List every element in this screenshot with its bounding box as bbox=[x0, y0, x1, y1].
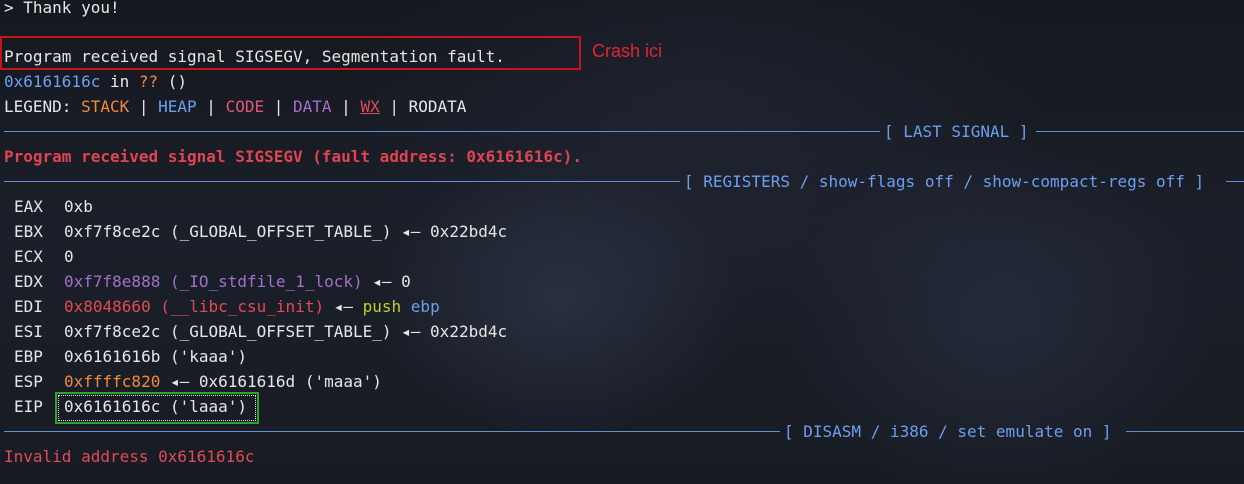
crash-highlight-box bbox=[0, 36, 581, 70]
register-value-part: 0xffffc820 bbox=[64, 372, 161, 391]
legend-code: CODE bbox=[225, 97, 265, 116]
register-value-part: ebp bbox=[410, 297, 440, 316]
register-name: ECX bbox=[14, 247, 43, 266]
register-row-eax: EAX 0xb bbox=[14, 194, 93, 219]
register-value-part: 0 bbox=[64, 247, 74, 266]
register-value-part: ◂— bbox=[391, 222, 431, 241]
legend-sep-3: | bbox=[264, 97, 294, 116]
register-row-ecx: ECX 0 bbox=[14, 244, 74, 269]
legend-stack: STACK bbox=[81, 97, 130, 116]
register-name: ESI bbox=[14, 322, 43, 341]
registers-divider: [ REGISTERS / show-flags off / show-comp… bbox=[4, 169, 1244, 194]
frame-args: () bbox=[158, 72, 188, 91]
register-row-esp: ESP 0xffffc820 ◂— 0x6161616d ('maaa') bbox=[14, 369, 382, 394]
legend-heap: HEAP bbox=[158, 97, 197, 116]
crash-annotation-label: Crash ici bbox=[592, 41, 663, 61]
register-name: EAX bbox=[14, 197, 43, 216]
frame-function: ?? bbox=[138, 72, 159, 91]
register-value-part: ◂— bbox=[362, 272, 402, 291]
register-row-esi: ESI 0xf7f8ce2c (_GLOBAL_OFFSET_TABLE_) ◂—… bbox=[14, 319, 507, 344]
register-value-part: 0x22bd4c bbox=[430, 222, 508, 241]
divider-rule-right bbox=[1126, 431, 1244, 432]
register-value-part: 0x8048660 (__libc_csu_init) bbox=[64, 297, 325, 316]
divider-rule-left bbox=[4, 431, 780, 432]
register-value-part: 0xf7f8ce2c (_GLOBAL_OFFSET_TABLE_) bbox=[64, 222, 392, 241]
legend-wx: WX bbox=[360, 97, 380, 116]
register-value-part: 0xf7f8ce2c (_GLOBAL_OFFSET_TABLE_) bbox=[64, 322, 392, 341]
legend-line: LEGEND: STACK | HEAP | CODE | DATA | WX … bbox=[4, 94, 466, 119]
frame-line: 0x6161616c in ?? () bbox=[4, 69, 187, 94]
register-value-part bbox=[401, 297, 411, 316]
invalid-address-message: Invalid address 0x6161616c bbox=[4, 447, 255, 466]
register-value-part: ◂— bbox=[391, 322, 431, 341]
register-row-ebp: EBP 0x6161616b ('kaaa') bbox=[14, 344, 247, 369]
register-name: EDX bbox=[14, 272, 43, 291]
register-name: EDI bbox=[14, 297, 43, 316]
register-value-part: 0x6161616d ('maaa') bbox=[198, 372, 382, 391]
frame-in-text: in bbox=[100, 72, 139, 91]
disasm-title: [ DISASM / i386 / set emulate on ] bbox=[784, 422, 1112, 441]
fault-message: Program received signal SIGSEGV (fault a… bbox=[4, 147, 582, 166]
legend-prefix: LEGEND: bbox=[4, 97, 82, 116]
register-name: EBX bbox=[14, 222, 43, 241]
legend-sep-5: | bbox=[379, 97, 409, 116]
divider-rule-right bbox=[1226, 181, 1244, 182]
registers-title: [ REGISTERS / show-flags off / show-comp… bbox=[684, 172, 1205, 191]
divider-rule-left bbox=[4, 181, 680, 182]
register-value-part: ◂— bbox=[324, 297, 363, 316]
register-value-part: 0x22bd4c bbox=[430, 322, 508, 341]
legend-sep-4: | bbox=[331, 97, 361, 116]
register-name: EBP bbox=[14, 347, 43, 366]
register-row-ebx: EBX 0xf7f8ce2c (_GLOBAL_OFFSET_TABLE_) ◂—… bbox=[14, 219, 507, 244]
register-value-part: 0xb bbox=[64, 197, 93, 216]
register-value-part: 0xf7f8e888 (_IO_stdfile_1_lock) bbox=[64, 272, 363, 291]
register-value-part: 0 bbox=[401, 272, 411, 291]
legend-sep-2: | bbox=[196, 97, 226, 116]
legend-data: DATA bbox=[293, 97, 332, 116]
divider-rule-right bbox=[1036, 131, 1244, 132]
divider-rule-left bbox=[4, 131, 880, 132]
legend-sep-1: | bbox=[129, 97, 159, 116]
eip-highlight-box bbox=[55, 392, 259, 424]
register-value-part: 0x6161616b ('kaaa') bbox=[64, 347, 248, 366]
register-name: ESP bbox=[14, 372, 43, 391]
register-row-edi: EDI 0x8048660 (__libc_csu_init) ◂— push e… bbox=[14, 294, 440, 319]
last-signal-divider: [ LAST SIGNAL ] bbox=[4, 119, 1244, 144]
prompt-output-line: > Thank you! bbox=[4, 0, 120, 17]
legend-rodata: RODATA bbox=[408, 97, 467, 116]
last-signal-title: [ LAST SIGNAL ] bbox=[884, 122, 1029, 141]
register-value-part: ◂— bbox=[160, 372, 199, 391]
register-row-edx: EDX 0xf7f8e888 (_IO_stdfile_1_lock) ◂— 0 bbox=[14, 269, 411, 294]
frame-address: 0x6161616c bbox=[4, 72, 101, 91]
register-value-part: push bbox=[362, 297, 402, 316]
